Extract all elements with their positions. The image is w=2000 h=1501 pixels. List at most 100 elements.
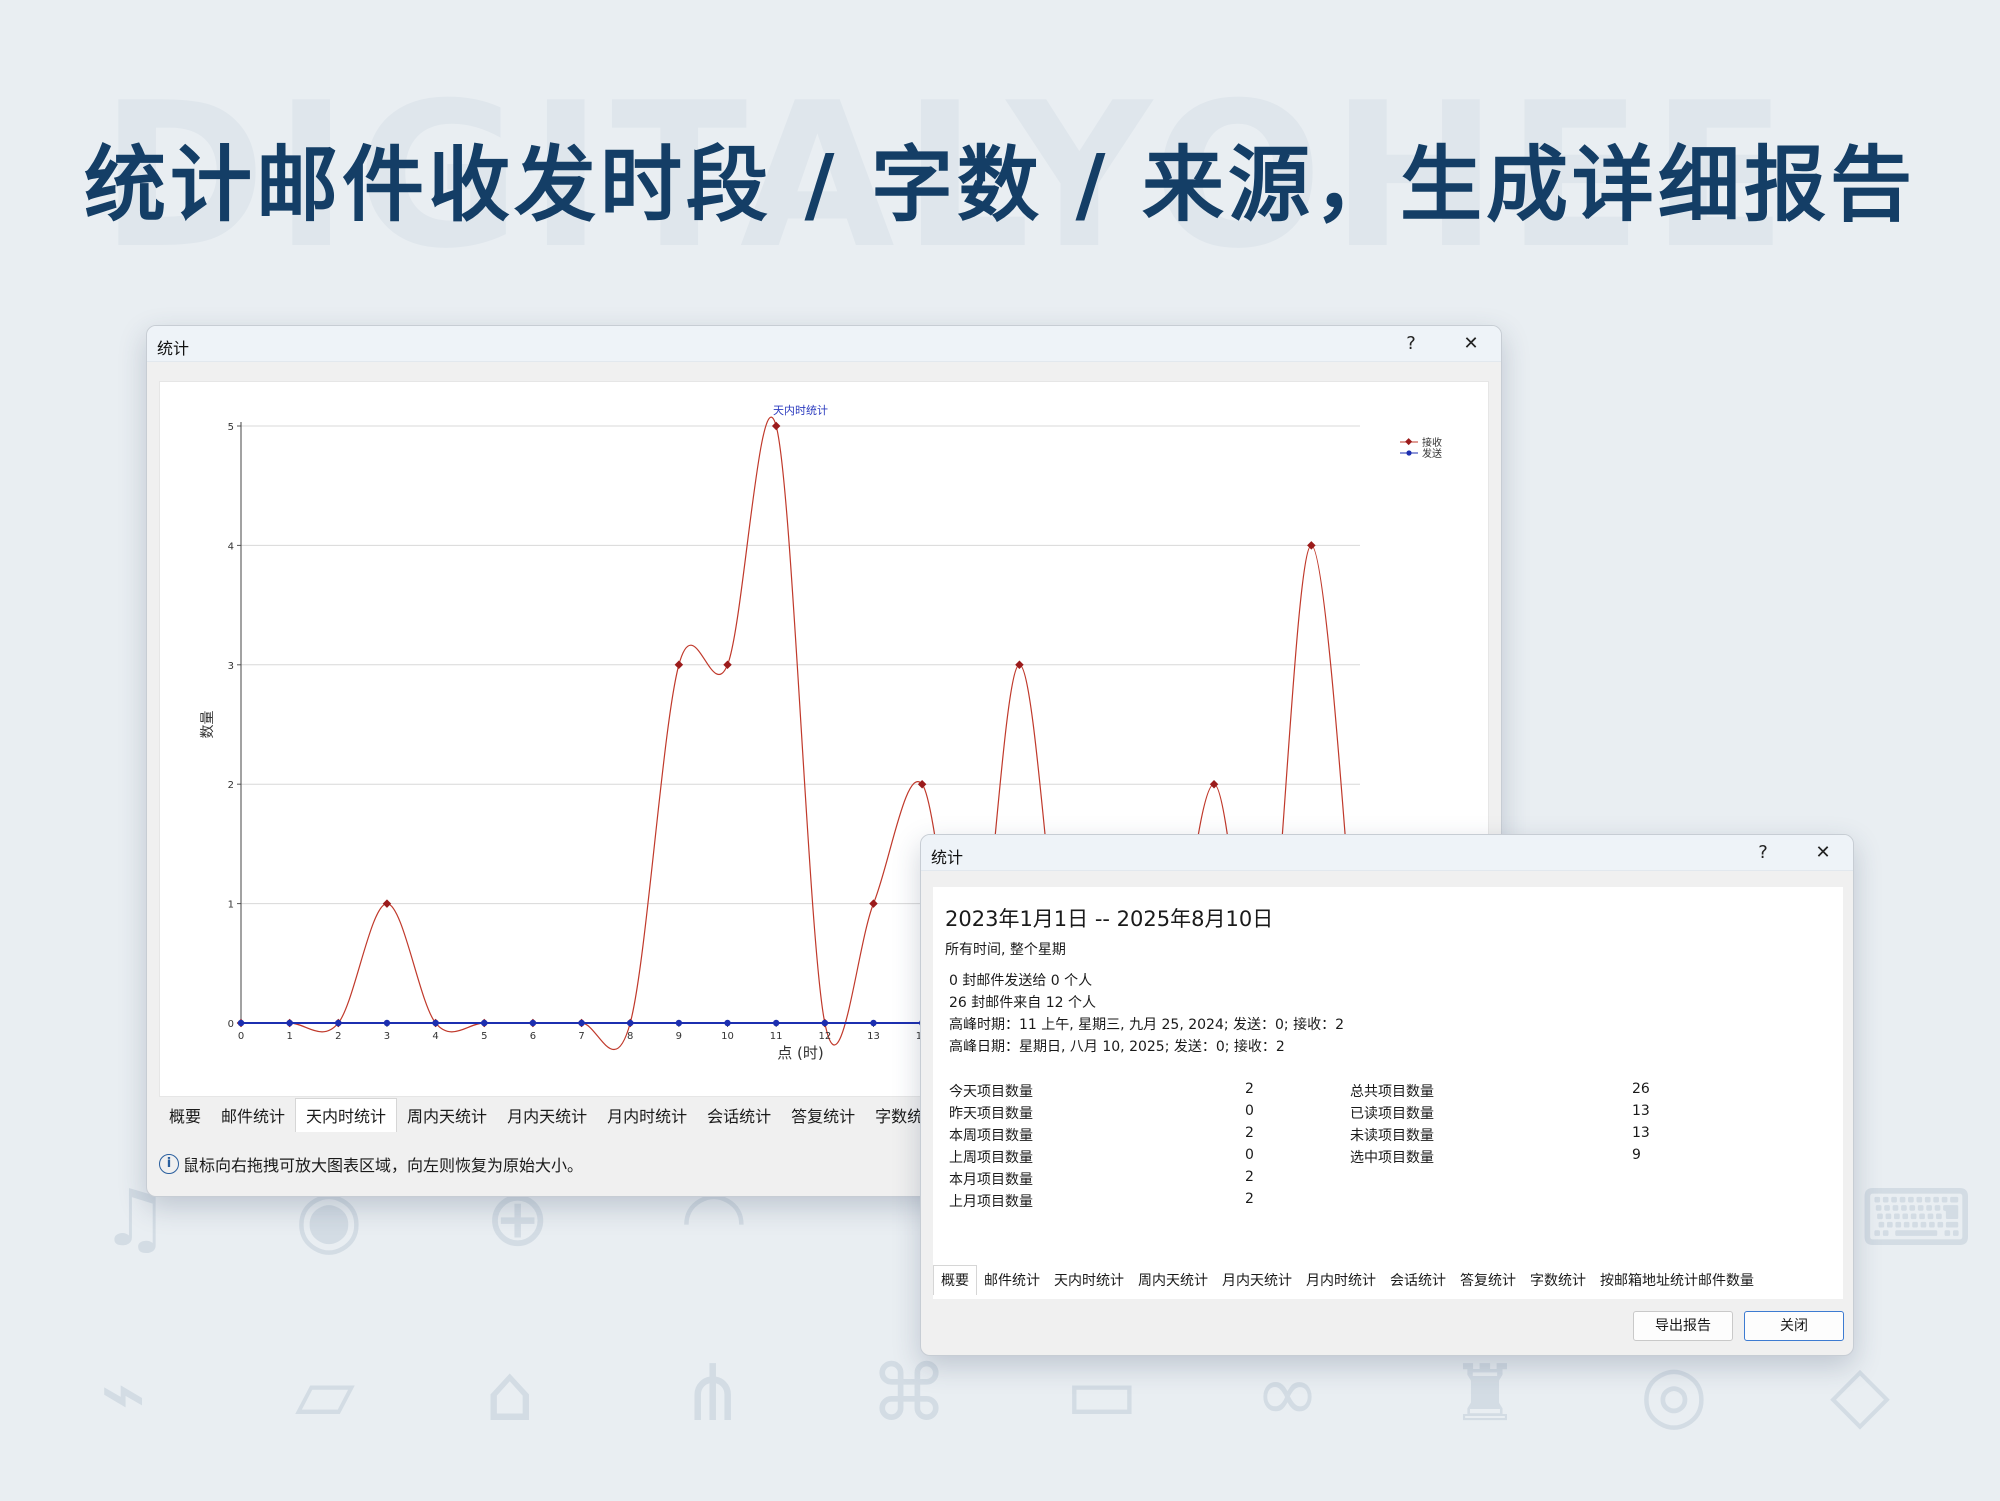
series-2-point — [772, 1019, 780, 1027]
chart-tab[interactable]: 月内天统计 — [497, 1099, 597, 1132]
stat-value: 9 — [1632, 1147, 1641, 1163]
sent-summary: 0 封邮件发送给 0 个人 — [949, 973, 1093, 989]
x-tick-label: 11 — [770, 1031, 783, 1042]
book-icon: ▭ — [1065, 1349, 1139, 1439]
stat-value: 2 — [1245, 1081, 1254, 1097]
x-axis-title: 点 (时) — [777, 1044, 823, 1062]
stat-label: 上周项目数量 — [949, 1150, 1033, 1166]
y-tick-label: 3 — [228, 661, 234, 672]
x-tick-label: 3 — [384, 1031, 390, 1042]
series-2-point — [383, 1019, 391, 1027]
stat-label: 上月项目数量 — [949, 1194, 1033, 1210]
zoom-hint: i 鼠标向右拖拽可放大图表区域，向左则恢复为原始大小。 — [159, 1152, 583, 1176]
help-button[interactable]: ? — [1743, 839, 1783, 867]
summary-tab[interactable]: 按邮箱地址统计邮件数量 — [1593, 1266, 1761, 1295]
stat-label: 已读项目数量 — [1350, 1106, 1434, 1122]
series-1-point — [723, 660, 732, 670]
chart-tab[interactable]: 答复统计 — [781, 1099, 865, 1132]
chart-tab[interactable]: 月内时统计 — [597, 1099, 697, 1132]
legend-marker — [1405, 438, 1413, 446]
x-tick-label: 12 — [818, 1031, 831, 1042]
zoom-hint-text: 鼠标向右拖拽可放大图表区域，向左则恢复为原始大小。 — [183, 1156, 584, 1175]
chart-tab[interactable]: 邮件统计 — [211, 1099, 295, 1132]
stat-label: 未读项目数量 — [1350, 1128, 1434, 1144]
summary-tab[interactable]: 字数统计 — [1523, 1266, 1593, 1295]
stat-label: 本周项目数量 — [949, 1128, 1033, 1144]
title-bar: 统计 ? ✕ — [147, 326, 1501, 362]
x-tick-label: 6 — [530, 1031, 536, 1042]
legend-label: 接收 — [1422, 436, 1442, 449]
series-1-point — [382, 899, 392, 908]
stat-value: 2 — [1245, 1125, 1254, 1141]
sd-card-icon: ▱ — [295, 1349, 355, 1439]
summary-tab[interactable]: 周内天统计 — [1131, 1266, 1215, 1295]
peak-period: 高峰时期：11 上午, 星期三, 九月 25, 2024; 发送：0; 接收：2 — [949, 1017, 1345, 1033]
share-nodes-icon: ⋔ — [680, 1349, 746, 1439]
x-tick-label: 2 — [335, 1031, 341, 1042]
x-tick-label: 8 — [627, 1031, 633, 1042]
window-title: 统计 — [931, 848, 964, 867]
series-1-point — [771, 421, 781, 431]
series-1-point — [674, 660, 684, 670]
x-tick-label: 1 — [286, 1031, 292, 1042]
close-window-button[interactable]: ✕ — [1451, 330, 1491, 358]
summary-tab[interactable]: 会话统计 — [1383, 1266, 1453, 1295]
series-2-point — [821, 1019, 829, 1027]
y-tick-label: 0 — [228, 1019, 234, 1030]
summary-tab[interactable]: 答复统计 — [1453, 1266, 1523, 1295]
chart-tab[interactable]: 会话统计 — [697, 1099, 781, 1132]
y-tick-label: 5 — [228, 422, 234, 433]
y-tick-label: 4 — [228, 541, 234, 552]
stat-value: 13 — [1632, 1103, 1650, 1119]
trophy-icon: ♜ — [1450, 1349, 1520, 1439]
command-icon: ⌘ — [870, 1349, 948, 1439]
wifi-tag-icon: ⌁ — [100, 1349, 147, 1439]
stat-label: 本月项目数量 — [949, 1172, 1033, 1188]
y-tick-label: 2 — [228, 780, 234, 791]
stat-value: 0 — [1245, 1103, 1254, 1119]
summary-tab[interactable]: 天内时统计 — [1047, 1266, 1131, 1295]
close-window-button[interactable]: ✕ — [1803, 839, 1843, 867]
scope-text: 所有时间, 整个星期 — [945, 942, 1066, 958]
summary-tab[interactable]: 月内时统计 — [1299, 1266, 1383, 1295]
series-2-point — [724, 1019, 731, 1027]
x-tick-label: 13 — [867, 1031, 880, 1042]
y-tick-label: 1 — [228, 900, 234, 911]
series-2-point — [286, 1019, 293, 1027]
window-title: 统计 — [157, 339, 190, 358]
chart-title: 天内时统计 — [773, 403, 828, 417]
keyboard-icon: ⌨ — [1860, 1174, 1973, 1264]
stat-label: 总共项目数量 — [1350, 1084, 1434, 1100]
export-report-button[interactable]: 导出报告 — [1633, 1311, 1733, 1341]
summary-tab[interactable]: 邮件统计 — [977, 1266, 1047, 1295]
chart-tab[interactable]: 周内天统计 — [397, 1099, 497, 1132]
summary-tab[interactable]: 概要 — [933, 1265, 977, 1295]
legend-label: 发送 — [1422, 447, 1442, 460]
date-range: 2023年1月1日 -- 2025年8月10日 — [945, 907, 1274, 931]
series-2-point — [870, 1019, 877, 1027]
info-icon: i — [159, 1154, 179, 1174]
series-2-point — [432, 1019, 439, 1027]
help-button[interactable]: ? — [1391, 330, 1431, 358]
chart-tab[interactable]: 天内时统计 — [295, 1098, 398, 1132]
y-axis-title: 数量 — [200, 711, 216, 739]
stat-label: 昨天项目数量 — [949, 1106, 1033, 1122]
x-tick-label: 5 — [481, 1031, 487, 1042]
lock-file-icon: ⌂ — [485, 1349, 535, 1439]
series-2-point — [529, 1019, 537, 1027]
series-2-point — [335, 1019, 342, 1027]
received-summary: 26 封邮件来自 12 个人 — [949, 995, 1096, 1011]
chart-tab[interactable]: 概要 — [159, 1099, 211, 1132]
stat-label: 今天项目数量 — [949, 1084, 1033, 1100]
statistics-summary-window: 统计 ? ✕ 2023年1月1日 -- 2025年8月10日 所有时间, 整个星… — [920, 834, 1854, 1356]
title-bar: 统计 ? ✕ — [921, 835, 1853, 871]
series-2-point — [237, 1019, 245, 1027]
close-button[interactable]: 关闭 — [1744, 1311, 1844, 1341]
series-1-point — [1307, 541, 1316, 550]
glasses-icon: ∞ — [1255, 1349, 1320, 1439]
series-2-point — [578, 1019, 585, 1027]
x-tick-label: 9 — [676, 1031, 682, 1042]
stat-value: 2 — [1245, 1169, 1254, 1185]
summary-tab[interactable]: 月内天统计 — [1215, 1266, 1299, 1295]
series-1-point — [869, 899, 878, 908]
